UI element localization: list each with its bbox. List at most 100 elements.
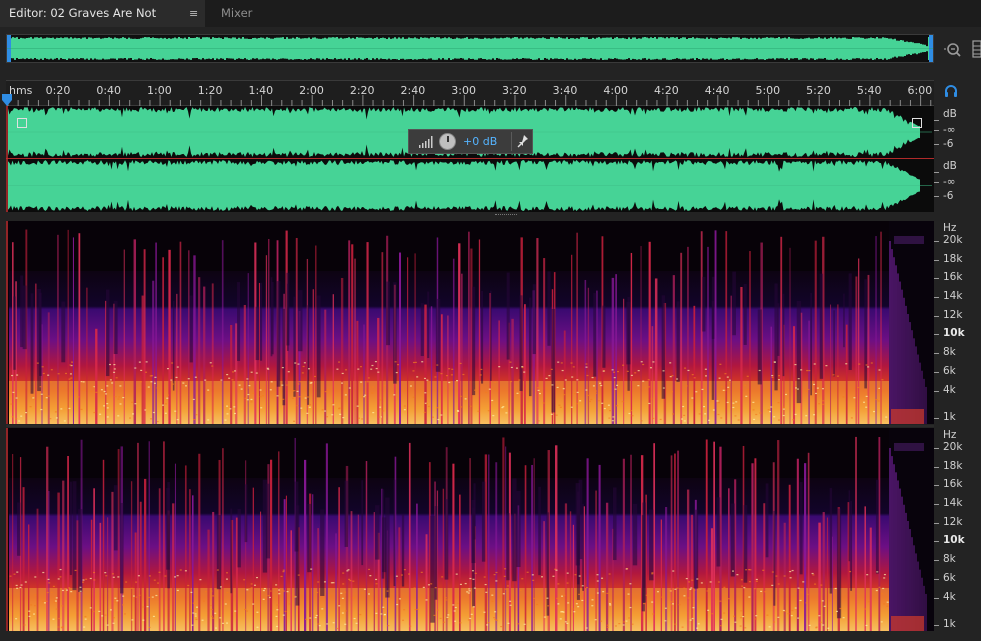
spectrogram-speckle <box>61 387 64 389</box>
spectrogram-speckle <box>93 579 96 581</box>
spectrogram-speckle <box>269 389 272 391</box>
spectrogram-speckle <box>402 619 405 621</box>
volume-knob[interactable] <box>439 133 456 150</box>
spectrogram-gap <box>512 478 517 582</box>
panel-menu-icon[interactable] <box>971 40 981 58</box>
fade-out-handle[interactable] <box>912 118 922 128</box>
spectrogram-streak <box>498 320 500 424</box>
spectrogram-speckle <box>591 605 594 607</box>
spectrogram-speckle <box>106 416 109 418</box>
spectrogram-streak <box>864 506 866 631</box>
hz-tick-label: 10k <box>943 534 965 546</box>
spectrogram-streak <box>269 459 273 631</box>
spectrogram-speckle <box>305 618 308 620</box>
spectrogram-left-channel[interactable] <box>6 221 934 424</box>
spectrogram-speckle <box>282 590 285 592</box>
spectrogram-streak <box>814 240 817 424</box>
spectrogram-speckle <box>192 602 195 604</box>
spectrogram-speckle <box>261 588 264 590</box>
spectrogram-speckle <box>719 625 722 627</box>
spectrogram-speckle <box>479 374 482 376</box>
spectrogram-speckle <box>865 406 868 408</box>
spectrogram-speckle <box>720 618 723 620</box>
spectrogram-streak <box>163 441 165 631</box>
spectrogram-right-channel[interactable] <box>6 428 934 631</box>
spectrogram-gap <box>298 290 303 352</box>
spectrogram-speckle <box>870 362 873 364</box>
spectrogram-speckle <box>825 365 828 367</box>
spectrogram-speckle <box>596 580 599 582</box>
spectrogram-speckle <box>611 420 614 422</box>
tab-editor[interactable]: Editor: 02 Graves Are Not Full.mp3 <box>0 0 205 47</box>
tab-mixer[interactable]: Mixer <box>205 0 252 27</box>
spectrogram-speckle <box>567 602 570 604</box>
spectrogram-speckle <box>483 611 486 613</box>
spectrogram-speckle <box>248 387 251 389</box>
fade-in-handle[interactable] <box>17 118 27 128</box>
pin-icon[interactable] <box>517 134 529 148</box>
zoom-icon[interactable] <box>943 40 963 60</box>
spectrogram-streak <box>788 484 791 631</box>
spectrogram-speckle <box>387 625 390 627</box>
spectrogram-speckle <box>430 583 433 585</box>
spectrogram-speckle <box>674 623 677 625</box>
spectrogram-speckle <box>818 403 821 405</box>
volume-value[interactable]: +0 dB <box>463 135 497 148</box>
spectrogram-speckle <box>317 581 320 583</box>
overview-waveform[interactable] <box>6 34 934 63</box>
spectrogram-speckle <box>557 361 560 363</box>
resize-grip[interactable] <box>495 214 517 217</box>
spectrogram-speckle <box>403 609 406 611</box>
spectrogram-streak <box>139 501 142 631</box>
spectrogram-gap <box>386 281 391 346</box>
spectrogram-speckle <box>436 364 439 366</box>
spectrogram-speckle <box>759 412 762 414</box>
spectrogram-streak <box>315 245 317 424</box>
spectrogram-speckle <box>55 417 58 419</box>
spectrogram-speckle <box>516 392 519 394</box>
tab-menu-icon[interactable]: ≡ <box>189 0 198 27</box>
spectrogram-speckle <box>625 620 628 622</box>
spectrogram-speckle <box>113 368 116 370</box>
spectrogram-speckle <box>696 578 699 580</box>
spectrogram-streak <box>469 458 471 631</box>
spectrogram-speckle <box>229 408 232 410</box>
spectrogram-speckle <box>471 570 474 572</box>
spectrogram-speckle <box>485 591 488 593</box>
spectrogram-streak <box>502 437 505 631</box>
hud-volume-control[interactable]: +0 dB <box>408 129 533 154</box>
spectrogram-streak <box>338 487 340 631</box>
waveform-display[interactable] <box>6 106 934 212</box>
spectrogram-speckle <box>631 415 634 417</box>
spectrogram-streak <box>858 258 860 424</box>
spectrogram-speckle <box>297 574 300 576</box>
spectrogram-gap <box>307 305 310 405</box>
spectrogram-speckle <box>204 379 207 381</box>
spectrogram-speckle <box>753 418 756 421</box>
spectrogram-streak <box>425 534 428 631</box>
spectrogram-speckle <box>11 416 14 418</box>
spectrogram-gap <box>799 482 803 575</box>
spectrogram-tail-low <box>891 616 924 631</box>
spectrogram-streak <box>826 517 828 631</box>
spectrogram-gap <box>612 487 617 561</box>
spectrogram-speckle <box>886 605 889 607</box>
spectrogram-speckle <box>563 594 566 596</box>
spectrogram-tail-streak <box>925 386 927 424</box>
time-ruler[interactable]: hms 0:20 0:40 1:00 1:20 1:40 2:00 2:20 2:40 3:00… <box>6 80 934 106</box>
playhead-marker-icon[interactable] <box>2 94 12 106</box>
spectrogram-speckle <box>416 608 419 610</box>
spectrogram-speckle <box>806 369 809 372</box>
spectrogram-speckle <box>285 384 288 386</box>
spectrogram-speckle <box>303 362 306 364</box>
spectrogram-streak <box>12 454 14 631</box>
spectrogram-speckle <box>483 576 486 578</box>
spectrogram-speckle <box>789 577 792 579</box>
headphones-icon[interactable] <box>944 84 958 98</box>
spectrogram-speckle <box>537 420 540 422</box>
spectrogram-speckle <box>28 610 31 612</box>
spectrogram-speckle <box>505 412 508 414</box>
panel-divider[interactable] <box>0 212 981 219</box>
spectrogram-speckle <box>425 599 428 601</box>
spectrogram-speckle <box>596 574 599 576</box>
